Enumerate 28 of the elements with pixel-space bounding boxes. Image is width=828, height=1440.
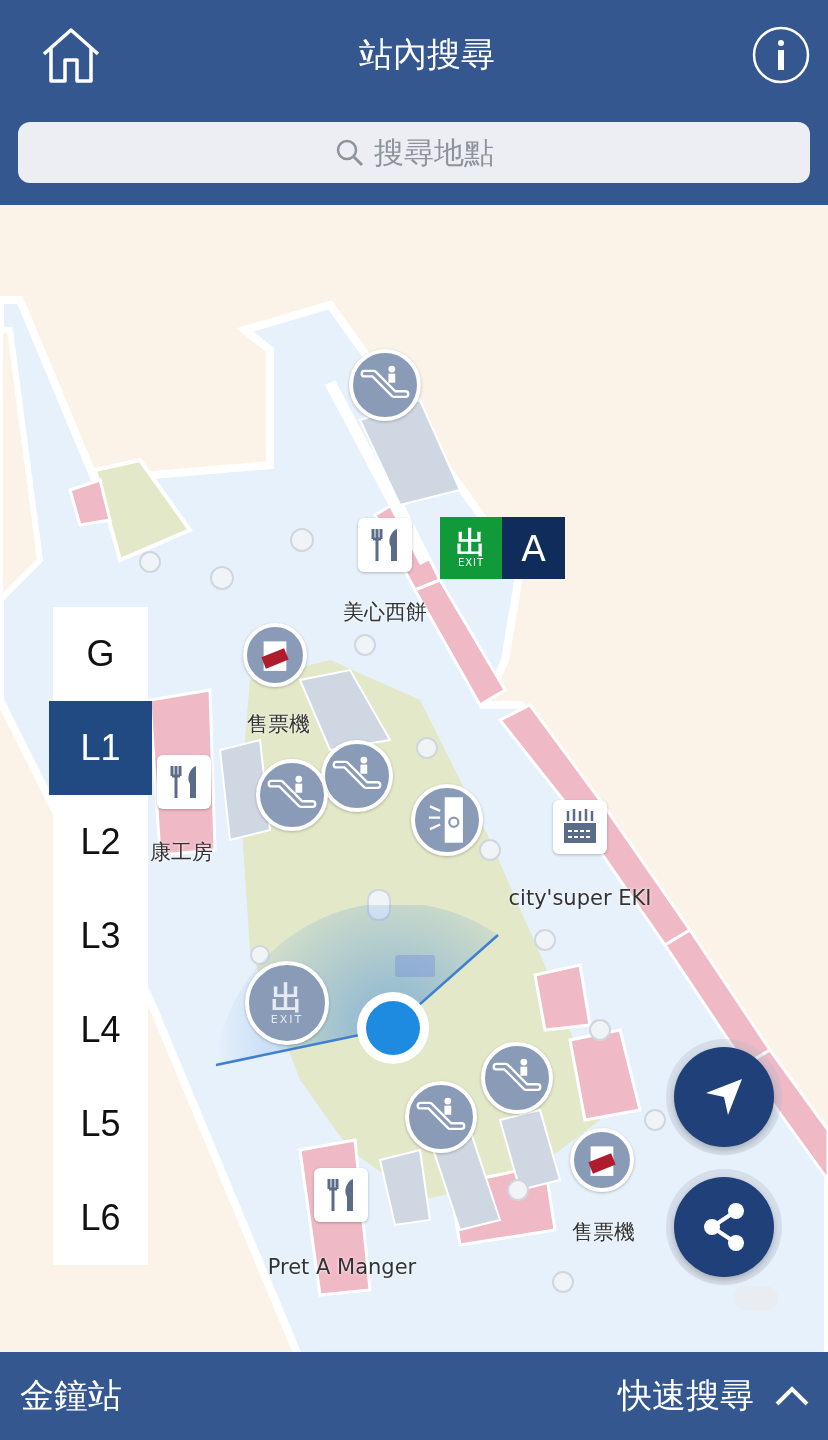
place-label: 美心西餅 bbox=[343, 599, 427, 626]
place-label: city'super EKI bbox=[508, 886, 652, 910]
screen-title: 站內搜尋 bbox=[359, 33, 495, 76]
place-label: Pret A Manger bbox=[267, 1255, 417, 1279]
shop-pin[interactable] bbox=[553, 800, 607, 854]
home-icon bbox=[40, 26, 102, 84]
exit-glyph: 出 bbox=[456, 528, 486, 558]
chevron-up-icon bbox=[774, 1385, 810, 1407]
floor-tab[interactable]: L1 bbox=[49, 701, 152, 795]
shop-unit bbox=[68, 478, 112, 527]
exit-glyph: 出 bbox=[271, 981, 303, 1014]
info-icon bbox=[752, 26, 810, 84]
restaurant-pin[interactable] bbox=[358, 518, 412, 572]
restaurant-pin[interactable] bbox=[314, 1168, 368, 1222]
exit-gate-letter: A bbox=[502, 517, 565, 579]
place-label: 售票機 bbox=[246, 711, 310, 738]
share-icon bbox=[701, 1202, 747, 1252]
restaurant-pin[interactable] bbox=[157, 755, 211, 809]
place-label: 康工房 bbox=[150, 839, 213, 866]
info-button[interactable] bbox=[752, 26, 810, 84]
exit-caption: EXIT bbox=[270, 1013, 304, 1025]
shop-unit bbox=[533, 963, 592, 1032]
station-name: 金鐘站 bbox=[20, 1374, 122, 1417]
quick-search-button[interactable]: 快速搜尋 bbox=[618, 1373, 810, 1419]
place-label: 售票機 bbox=[571, 1219, 635, 1246]
home-button[interactable] bbox=[40, 26, 102, 84]
search-field[interactable]: 搜尋地點 bbox=[18, 122, 810, 183]
exit-caption: EXIT bbox=[457, 558, 485, 568]
